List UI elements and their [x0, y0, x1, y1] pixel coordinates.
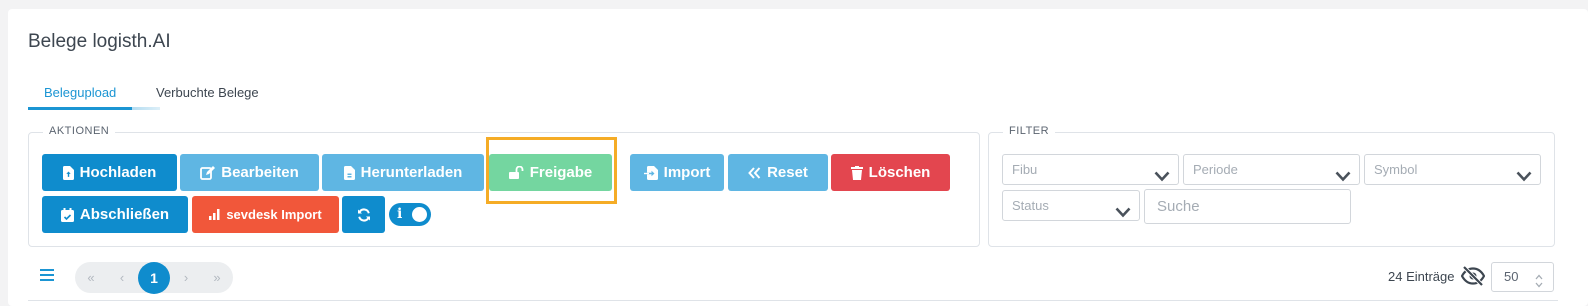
toggle-knob: [412, 207, 427, 222]
pagination: « ‹ 1 › »: [75, 262, 233, 294]
prev-page-button[interactable]: ‹: [112, 262, 132, 293]
info-icon: i: [397, 206, 403, 222]
download-button-label: Herunterladen: [360, 164, 463, 181]
sevdesk-import-button[interactable]: sevdesk Import: [192, 196, 339, 233]
info-toggle[interactable]: i: [389, 203, 431, 226]
symbol-select-value: Symbol: [1374, 162, 1418, 177]
edit-button-label: Bearbeiten: [221, 164, 299, 181]
sort-arrows-icon: [1535, 270, 1543, 298]
refresh-icon: [357, 207, 371, 222]
entries-count: 24 Einträge: [1388, 269, 1455, 284]
list-icon[interactable]: [40, 268, 54, 286]
upload-button[interactable]: Hochladen: [42, 154, 177, 191]
fibu-select-value: Fibu: [1012, 162, 1038, 177]
fibu-select[interactable]: Fibu: [1002, 154, 1179, 185]
next-page-button[interactable]: ›: [176, 262, 196, 293]
refresh-button[interactable]: [342, 196, 385, 233]
edit-icon: [200, 165, 216, 180]
tab-verbuchte-belege[interactable]: Verbuchte Belege: [156, 84, 259, 110]
status-select-value: Status: [1012, 198, 1049, 213]
calendar-check-icon: [60, 207, 74, 222]
status-select[interactable]: Status: [1002, 190, 1140, 221]
search-input[interactable]: Suche: [1144, 189, 1351, 224]
divider: [28, 300, 1558, 301]
eye-slash-icon[interactable]: [1460, 265, 1486, 291]
complete-button[interactable]: Abschließen: [42, 196, 188, 233]
chevron-down-icon: [1154, 163, 1170, 192]
per-page-value: 50: [1504, 269, 1519, 284]
periode-select-value: Periode: [1193, 162, 1238, 177]
reset-button[interactable]: Reset: [728, 154, 828, 191]
per-page-select[interactable]: 50: [1491, 262, 1554, 292]
current-page-button[interactable]: 1: [138, 262, 170, 294]
highlight-box: [486, 137, 617, 204]
delete-button[interactable]: Löschen: [831, 154, 950, 191]
sevdesk-import-button-label: sevdesk Import: [226, 207, 322, 222]
symbol-select[interactable]: Symbol: [1364, 154, 1541, 185]
chevron-down-icon: [1335, 163, 1351, 192]
actions-legend: AKTIONEN: [43, 125, 116, 137]
chevron-down-icon: [1115, 199, 1131, 228]
upload-button-label: Hochladen: [79, 164, 157, 181]
last-page-button[interactable]: »: [207, 262, 227, 293]
tab-belegupload[interactable]: Belegupload: [28, 84, 161, 110]
import-button-label: Import: [663, 164, 711, 181]
file-import-icon: [643, 165, 658, 180]
delete-button-label: Löschen: [868, 164, 931, 181]
bar-chart-icon: [209, 209, 220, 220]
import-button[interactable]: Import: [630, 154, 724, 191]
chevron-down-icon: [1516, 163, 1532, 192]
double-chevron-left-icon: [748, 166, 761, 179]
reset-button-label: Reset: [767, 164, 808, 181]
file-upload-icon: [62, 165, 74, 180]
download-button[interactable]: Herunterladen: [322, 154, 484, 191]
filter-legend: FILTER: [1003, 125, 1056, 137]
edit-button[interactable]: Bearbeiten: [180, 154, 319, 191]
complete-button-label: Abschließen: [79, 206, 170, 223]
tab-bar: Belegupload Verbuchte Belege: [28, 84, 1558, 110]
first-page-button[interactable]: «: [81, 262, 101, 293]
periode-select[interactable]: Periode: [1183, 154, 1360, 185]
page-title: Belege logisth.AI: [28, 31, 171, 52]
trash-icon: [850, 165, 863, 180]
search-placeholder: Suche: [1157, 198, 1200, 215]
file-download-icon: [343, 165, 355, 180]
